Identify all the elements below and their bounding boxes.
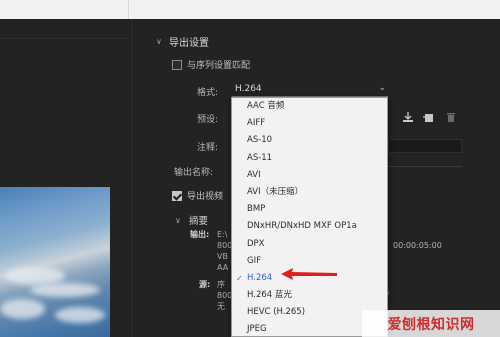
export-video-checkbox[interactable]	[172, 190, 182, 201]
match-sequence-checkbox[interactable]	[172, 59, 182, 70]
title-bar-divider	[128, 0, 129, 19]
preview-cloud	[0, 299, 45, 319]
summary-timecode: 00:00:05:00	[393, 241, 442, 250]
preview-cloud	[55, 307, 105, 323]
format-option[interactable]: BMP	[232, 201, 387, 218]
summary-source-line: 800	[217, 291, 233, 300]
export-settings-title: 导出设置	[169, 37, 209, 49]
format-option[interactable]: H.264 蓝光	[232, 287, 387, 304]
comment-input[interactable]	[388, 139, 462, 153]
export-video-row[interactable]: 导出视频	[172, 189, 223, 202]
watermark-logo: 爱刨根知识网	[362, 310, 500, 337]
match-sequence-label: 与序列设置匹配	[187, 61, 251, 71]
summary-output-line: AA	[217, 263, 229, 272]
format-select[interactable]: H.264 ⌄	[232, 83, 388, 97]
comment-label: 注释:	[197, 143, 219, 153]
export-settings-header[interactable]: ∨ 导出设置	[156, 34, 209, 49]
export-video-label: 导出视频	[187, 192, 224, 202]
import-preset-icon[interactable]	[421, 111, 435, 125]
title-bar	[0, 0, 500, 19]
format-option[interactable]: AVI（未压缩）	[232, 184, 387, 201]
summary-output-lines: E:\ 800 VB AA	[217, 229, 232, 273]
chevron-down-icon: ⌄	[378, 83, 386, 93]
format-option[interactable]: AIFF	[232, 115, 387, 132]
summary-output-line: 800	[217, 241, 233, 250]
format-option[interactable]: AVI	[232, 167, 387, 184]
preview-cloud	[30, 283, 100, 297]
format-option[interactable]: AS-11	[232, 150, 387, 167]
preset-label: 预设:	[197, 115, 219, 125]
chevron-down-icon[interactable]: ∨	[175, 216, 183, 225]
format-label: 格式:	[197, 88, 219, 98]
summary-output-label: 输出:	[190, 230, 210, 239]
summary-source-line: 无	[217, 302, 225, 311]
source-panel-header	[0, 19, 133, 39]
format-option[interactable]: AS-10	[232, 132, 387, 149]
summary-title: 摘要	[189, 216, 209, 227]
watermark-text: 爱刨根知识网	[387, 316, 475, 333]
format-dropdown-list: AAC 音频 AIFF AS-10 AS-11 AVI AVI（未压缩） BMP…	[231, 97, 388, 337]
summary-source-lines: 序 800 无	[217, 279, 232, 312]
summary-source-label: 源:	[199, 280, 211, 289]
format-option[interactable]: DNxHR/DNxHD MXF OP1a	[232, 218, 387, 235]
format-option[interactable]: DPX	[232, 236, 387, 253]
format-value: H.264	[235, 84, 262, 94]
summary-source-line: 序	[217, 280, 225, 289]
output-name-label: 输出名称:	[174, 168, 214, 178]
save-preset-icon[interactable]	[401, 111, 415, 125]
video-preview	[0, 187, 110, 337]
output-name-field[interactable]	[388, 166, 462, 167]
summary-output-line: E:\	[217, 230, 228, 239]
delete-preset-icon[interactable]	[444, 111, 458, 125]
checkmark-icon: ✓	[236, 273, 243, 283]
summary-output-line: VB	[217, 252, 228, 261]
chevron-down-icon[interactable]: ∨	[156, 37, 164, 46]
summary-header[interactable]: ∨ 摘要	[175, 213, 209, 228]
format-option[interactable]: AAC 音频	[232, 98, 387, 115]
annotation-arrow-icon	[281, 268, 337, 280]
match-sequence-row[interactable]: 与序列设置匹配	[172, 58, 250, 71]
